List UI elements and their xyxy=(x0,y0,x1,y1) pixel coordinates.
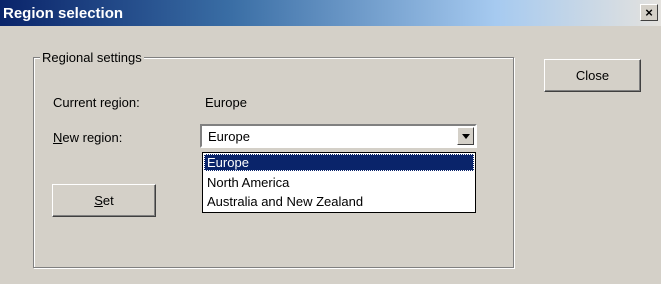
region-selection-dialog: Region selection × Regional settings Cur… xyxy=(0,0,661,284)
new-region-select-value: Europe xyxy=(208,129,250,144)
region-option-europe[interactable]: Europe xyxy=(204,154,474,171)
set-button[interactable]: Set xyxy=(52,184,156,217)
new-region-label: New region: xyxy=(53,130,122,145)
region-dropdown-list: Europe North America Australia and New Z… xyxy=(202,152,476,213)
set-label-rest: et xyxy=(102,193,114,208)
new-region-mnemonic: N xyxy=(53,130,63,145)
region-option-australia-nz[interactable]: Australia and New Zealand xyxy=(204,193,474,210)
new-region-label-rest: ew region: xyxy=(62,130,123,145)
set-mnemonic: S xyxy=(94,193,103,208)
title-bar[interactable]: Region selection × xyxy=(0,0,661,26)
window-title: Region selection xyxy=(3,5,124,22)
region-option-north-america[interactable]: North America xyxy=(204,174,474,191)
current-region-value: Europe xyxy=(205,95,247,110)
current-region-label: Current region: xyxy=(53,95,140,110)
close-icon[interactable]: × xyxy=(640,4,658,21)
close-button[interactable]: Close xyxy=(544,59,641,92)
group-label: Regional settings xyxy=(40,50,144,65)
chevron-down-icon[interactable] xyxy=(457,127,474,145)
new-region-select[interactable]: Europe xyxy=(200,124,477,148)
